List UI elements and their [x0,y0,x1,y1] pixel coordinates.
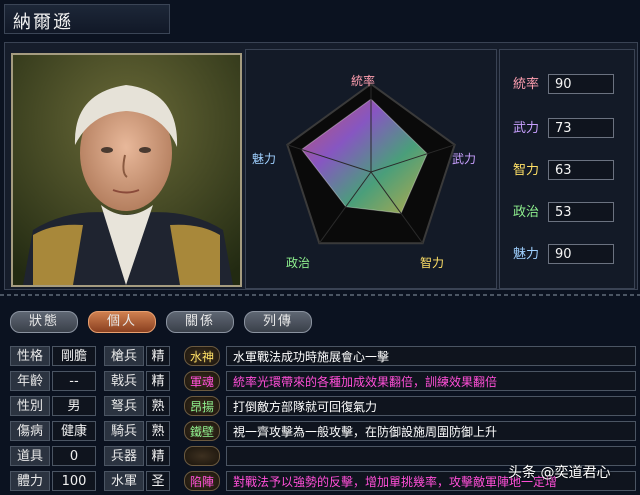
tab-biography[interactable]: 列傳 [244,311,312,333]
troop-label: 兵器 [104,446,144,466]
troop-value: 精 [146,371,170,391]
stat-value: 90 [548,74,614,94]
stat-row-charm: 魅力 90 [506,244,628,266]
radar-label-leadership: 統率 [351,74,376,88]
stat-label: 政治 [512,205,539,220]
skill-icon[interactable]: 水神 [184,346,220,366]
personal-value: 100 [52,471,96,491]
personal-label: 性格 [10,346,50,366]
skill-icon-empty[interactable] [184,446,220,466]
troop-label: 弩兵 [104,396,144,416]
stats-list: 統率 90 武力 73 智力 63 政治 53 魅力 90 [499,49,635,289]
skill-description: 統率光環帶來的各種加成效果翻倍，訓練效果翻倍 [226,371,636,391]
stat-value: 63 [548,160,614,180]
stat-value: 90 [548,244,614,264]
personal-label: 年齡 [10,371,50,391]
stat-value: 73 [548,118,614,138]
character-name: 納爾遜 [13,12,73,33]
personal-value: 0 [52,446,96,466]
stat-label: 智力 [512,163,539,178]
character-info-panel: 統率 武力 智力 政治 魅力 統率 90 武力 73 智力 63 政治 53 魅… [4,42,638,290]
radar-label-charm: 魅力 [252,152,277,166]
troop-value: 精 [146,446,170,466]
radar-label-war: 武力 [452,152,477,166]
personal-label: 性別 [10,396,50,416]
troop-value: 熟 [146,396,170,416]
troop-value: 熟 [146,421,170,441]
troop-value: 圣 [146,471,170,491]
skill-icon[interactable]: 鐵壁 [184,421,220,441]
stat-label: 武力 [512,121,539,136]
tab-status[interactable]: 狀態 [10,311,78,333]
troop-label: 戟兵 [104,371,144,391]
title-bar: 納爾遜 [4,4,170,34]
personal-value: 男 [52,396,96,416]
character-portrait [11,53,242,287]
personal-label: 體力 [10,471,50,491]
radar-label-politics: 政治 [286,256,311,270]
troop-value: 精 [146,346,170,366]
stat-label: 統率 [512,77,539,92]
ability-radar-chart: 統率 武力 智力 政治 魅力 [245,49,497,289]
radar-label-intelligence: 智力 [420,256,445,270]
stat-value: 53 [548,202,614,222]
stat-row-leadership: 統率 90 [506,74,628,96]
stat-row-politics: 政治 53 [506,202,628,224]
stat-label: 魅力 [512,247,539,262]
skill-icon[interactable]: 軍魂 [184,371,220,391]
skill-description: 水軍戰法成功時施展會心一擊 [226,346,636,366]
tab-personal[interactable]: 個人 [88,311,156,333]
personal-value: 健康 [52,421,96,441]
troop-label: 水軍 [104,471,144,491]
stat-row-intelligence: 智力 63 [506,160,628,182]
troop-label: 槍兵 [104,346,144,366]
skill-icon[interactable]: 陷陣 [184,471,220,491]
tab-relations[interactable]: 關係 [166,311,234,333]
personal-label: 傷病 [10,421,50,441]
skill-description: 視一齊攻擊為一般攻擊，在防御設施周圍防御上升 [226,421,636,441]
section-divider [0,294,640,296]
stat-row-war: 武力 73 [506,118,628,140]
personal-value: 剛膽 [52,346,96,366]
troop-label: 騎兵 [104,421,144,441]
watermark: 头条 @奕道君心 [508,465,611,481]
personal-label: 道具 [10,446,50,466]
skill-icon[interactable]: 昂揚 [184,396,220,416]
skill-description: 打倒敵方部隊就可回復氣力 [226,396,636,416]
personal-value: -- [52,371,96,391]
